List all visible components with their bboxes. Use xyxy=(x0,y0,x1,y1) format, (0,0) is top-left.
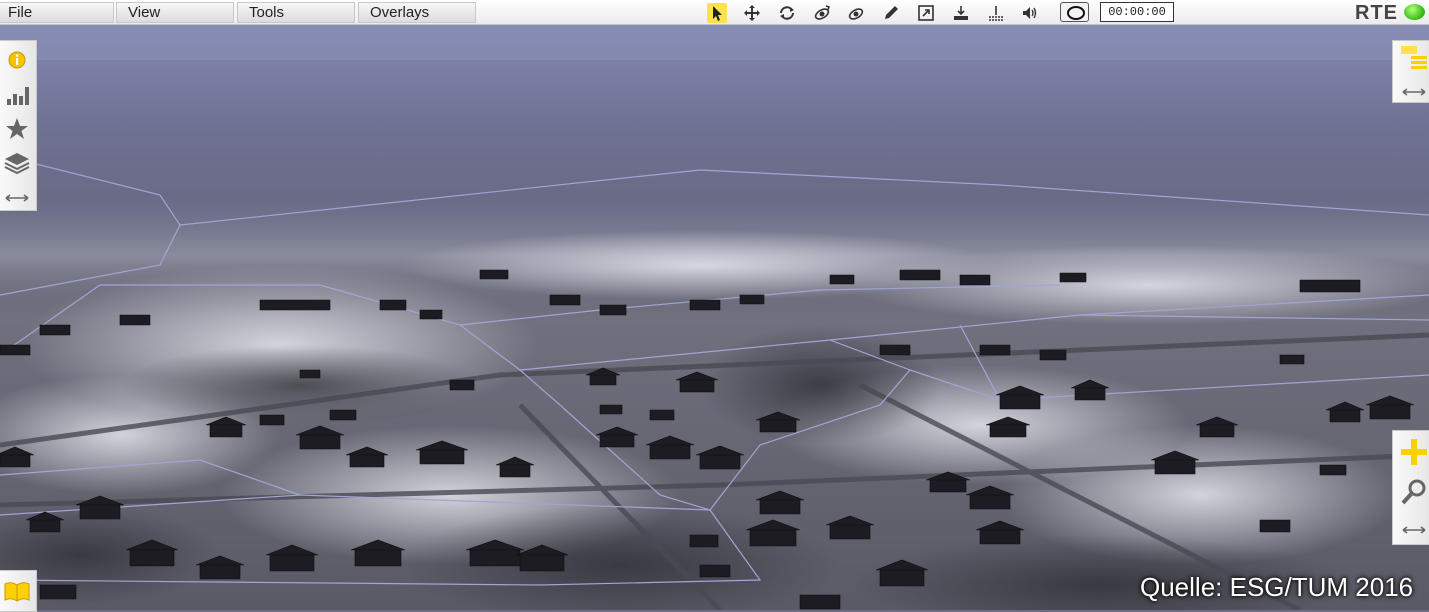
book-icon[interactable] xyxy=(2,576,32,606)
fly-icon[interactable] xyxy=(812,3,832,23)
record-icon xyxy=(1067,6,1085,20)
pencil-icon[interactable] xyxy=(881,3,901,23)
volume-icon[interactable] xyxy=(1020,3,1040,23)
menu-file[interactable]: File xyxy=(0,2,114,23)
bottom-left-panel xyxy=(0,570,37,612)
star-icon[interactable] xyxy=(2,114,32,144)
connection-status-indicator xyxy=(1404,4,1425,20)
satellite-icon[interactable] xyxy=(846,3,866,23)
ground-icon[interactable] xyxy=(986,3,1006,23)
resize-icon[interactable] xyxy=(916,3,936,23)
resize-horizontal-icon[interactable] xyxy=(2,183,32,213)
left-tool-panel xyxy=(0,40,37,211)
right-top-panel xyxy=(1392,40,1429,103)
zoom-in-plus-icon[interactable] xyxy=(1399,437,1429,467)
chart-icon[interactable] xyxy=(2,79,32,109)
resize-horizontal-icon[interactable] xyxy=(1399,77,1429,107)
timer-display: 00:00:00 xyxy=(1100,2,1174,22)
menu-tools[interactable]: Tools xyxy=(237,2,355,23)
pan-move-icon[interactable] xyxy=(742,3,762,23)
menu-overlays[interactable]: Overlays xyxy=(358,2,476,23)
select-arrow-icon[interactable] xyxy=(707,3,727,23)
list-icon[interactable] xyxy=(1399,44,1429,74)
info-icon[interactable] xyxy=(2,45,32,75)
top-toolbar: File View Tools Overlays 00:00:00 RTE xyxy=(0,0,1429,25)
elevation-icon[interactable] xyxy=(951,3,971,23)
record-button[interactable] xyxy=(1060,2,1089,22)
source-credit: Quelle: ESG/TUM 2016 xyxy=(1140,572,1414,602)
layers-icon[interactable] xyxy=(2,148,32,178)
menu-view[interactable]: View xyxy=(116,2,234,23)
horizon-band xyxy=(0,25,1429,60)
rotate-icon[interactable] xyxy=(777,3,797,23)
app-brand: RTE xyxy=(1355,2,1398,24)
right-zoom-panel xyxy=(1392,430,1429,545)
resize-horizontal-icon[interactable] xyxy=(1399,515,1429,545)
magnifier-icon[interactable] xyxy=(1399,477,1429,507)
city-scene xyxy=(0,25,1429,610)
map-3d-viewport[interactable] xyxy=(0,25,1429,610)
